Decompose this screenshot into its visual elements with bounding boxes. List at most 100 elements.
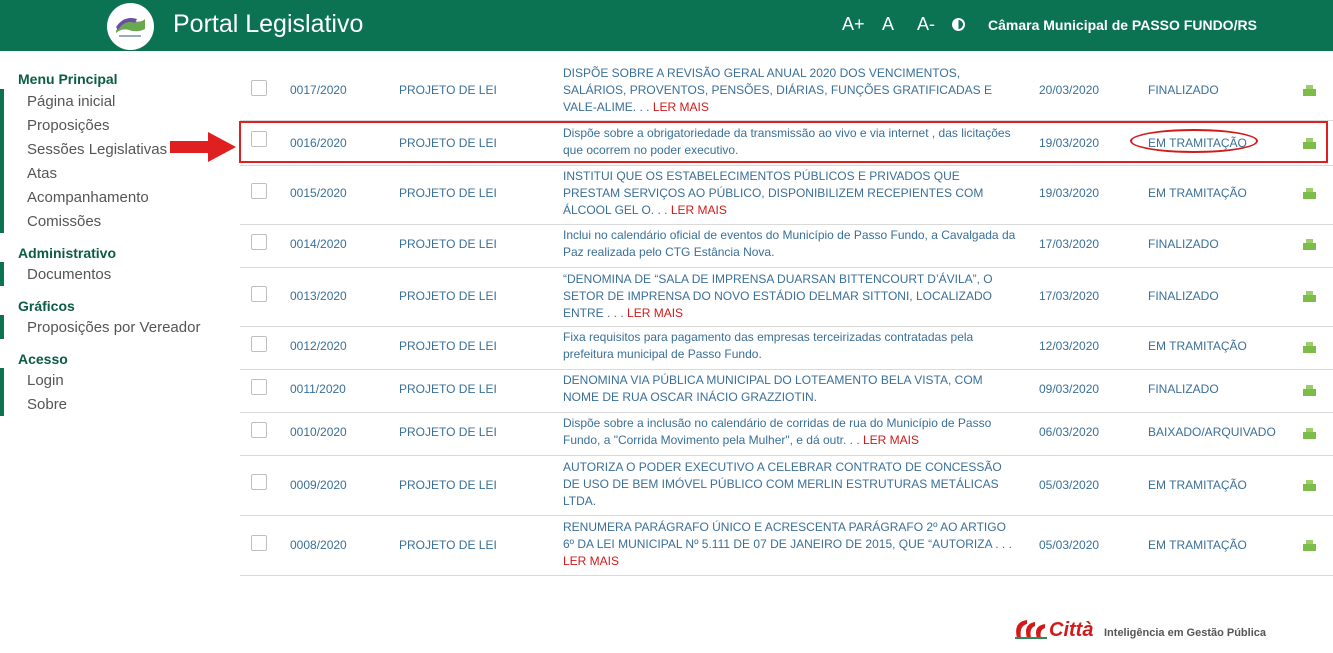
red-arrow-icon: [170, 132, 236, 162]
proposition-number[interactable]: 0012/2020: [290, 339, 347, 353]
print-icon[interactable]: [1303, 85, 1316, 96]
description-line: DENOMINA VIA PÚBLICA MUNICIPAL DO LOTEAM…: [563, 373, 983, 387]
proposition-type[interactable]: PROJETO DE LEI: [399, 538, 497, 552]
proposition-number[interactable]: 0008/2020: [290, 538, 347, 552]
ler-mais-link[interactable]: LER MAIS: [627, 306, 683, 320]
proposition-description[interactable]: DENOMINA VIA PÚBLICA MUNICIPAL DO LOTEAM…: [563, 372, 1018, 406]
sidebar-item-pagina-inicial[interactable]: Página inicial: [27, 93, 115, 110]
print-icon[interactable]: [1303, 291, 1316, 302]
proposition-type[interactable]: PROJETO DE LEI: [399, 237, 497, 251]
section-title-administrativo: Administrativo: [18, 245, 117, 261]
proposition-number[interactable]: 0017/2020: [290, 83, 347, 97]
description-line: PRESTAM SERVIÇOS AO PÚBLICO, DISPONIBILI…: [563, 186, 984, 200]
table-row[interactable]: 0015/2020 PROJETO DE LEI INSTITUI QUE OS…: [240, 166, 1333, 225]
ler-mais-link[interactable]: LER MAIS: [563, 553, 1018, 570]
row-checkbox[interactable]: [251, 183, 267, 199]
table-row[interactable]: 0008/2020 PROJETO DE LEI RENUMERA PARÁGR…: [240, 516, 1333, 576]
proposition-description[interactable]: Fixa requisitos para pagamento das empre…: [563, 329, 1018, 363]
portal-title[interactable]: Portal Legislativo: [173, 10, 363, 39]
print-icon[interactable]: [1303, 342, 1316, 353]
print-icon[interactable]: [1303, 385, 1316, 396]
camara-logo[interactable]: [107, 3, 154, 50]
row-checkbox[interactable]: [251, 535, 267, 551]
proposition-description[interactable]: RENUMERA PARÁGRAFO ÚNICO E ACRESCENTA PA…: [563, 519, 1018, 570]
table-row[interactable]: 0017/2020 PROJETO DE LEI DISPÕE SOBRE A …: [240, 59, 1333, 121]
print-icon[interactable]: [1303, 480, 1316, 491]
proposition-status[interactable]: FINALIZADO: [1148, 289, 1219, 303]
font-normal-button[interactable]: A: [882, 14, 894, 35]
proposition-date: 12/03/2020: [1039, 339, 1100, 353]
proposition-description[interactable]: “DENOMINA DE “SALA DE IMPRENSA DUARSAN B…: [563, 271, 1018, 322]
sidebar-item-acompanhamento[interactable]: Acompanhamento: [27, 189, 149, 206]
description-line: prefeitura municipal de Passo Fundo.: [563, 347, 762, 361]
proposition-status[interactable]: EM TRAMITAÇÃO: [1148, 339, 1247, 353]
table-row[interactable]: 0013/2020 PROJETO DE LEI “DENOMINA DE “S…: [240, 268, 1333, 327]
contrast-icon[interactable]: [952, 18, 965, 31]
row-checkbox[interactable]: [251, 474, 267, 490]
sidebar-item-atas[interactable]: Atas: [27, 165, 57, 182]
proposition-status[interactable]: FINALIZADO: [1148, 237, 1219, 251]
citta-brand[interactable]: Città: [1049, 619, 1093, 642]
font-increase-button[interactable]: A+: [842, 14, 865, 35]
print-icon[interactable]: [1303, 428, 1316, 439]
proposition-status[interactable]: FINALIZADO: [1148, 83, 1219, 97]
description-line: Inclui no calendário oficial de eventos …: [563, 228, 1016, 242]
proposition-description[interactable]: DISPÕE SOBRE A REVISÃO GERAL ANUAL 2020 …: [563, 65, 1018, 116]
row-checkbox[interactable]: [251, 379, 267, 395]
proposition-type[interactable]: PROJETO DE LEI: [399, 478, 497, 492]
sidebar-item-sessoes-legislativas[interactable]: Sessões Legislativas: [27, 141, 167, 158]
table-row[interactable]: 0010/2020 PROJETO DE LEI Dispõe sobre a …: [240, 413, 1333, 456]
row-checkbox[interactable]: [251, 234, 267, 250]
row-checkbox[interactable]: [251, 422, 267, 438]
citta-logo-icon[interactable]: [1013, 618, 1049, 640]
graficos-group: [0, 315, 4, 339]
proposition-date: 17/03/2020: [1039, 289, 1100, 303]
print-icon[interactable]: [1303, 239, 1316, 250]
ler-mais-link[interactable]: LER MAIS: [671, 203, 727, 217]
menu-principal-group: [0, 89, 4, 233]
proposition-number[interactable]: 0014/2020: [290, 237, 347, 251]
ler-mais-link[interactable]: LER MAIS: [653, 100, 709, 114]
proposition-status[interactable]: EM TRAMITAÇÃO: [1148, 186, 1247, 200]
sidebar-item-comissoes[interactable]: Comissões: [27, 213, 101, 230]
citta-tagline: Inteligência em Gestão Pública: [1104, 627, 1266, 639]
table-row[interactable]: 0009/2020 PROJETO DE LEI AUTORIZA O PODE…: [240, 456, 1333, 516]
sidebar-item-sobre[interactable]: Sobre: [27, 396, 67, 413]
proposition-description[interactable]: AUTORIZA O PODER EXECUTIVO A CELEBRAR CO…: [563, 459, 1018, 510]
description-line: 6º DA LEI MUNICIPAL Nº 5.111 DE 07 DE JA…: [563, 537, 1012, 551]
font-decrease-button[interactable]: A-: [917, 14, 935, 35]
print-icon[interactable]: [1303, 188, 1316, 199]
proposition-number[interactable]: 0013/2020: [290, 289, 347, 303]
sidebar-item-login[interactable]: Login: [27, 372, 64, 389]
proposition-number[interactable]: 0015/2020: [290, 186, 347, 200]
table-row[interactable]: 0011/2020 PROJETO DE LEI DENOMINA VIA PÚ…: [240, 370, 1333, 413]
table-row[interactable]: 0014/2020 PROJETO DE LEI Inclui no calen…: [240, 225, 1333, 268]
proposition-type[interactable]: PROJETO DE LEI: [399, 339, 497, 353]
description-line: RENUMERA PARÁGRAFO ÚNICO E ACRESCENTA PA…: [563, 520, 1006, 534]
row-checkbox[interactable]: [251, 336, 267, 352]
proposition-description[interactable]: Dispõe sobre a inclusão no calendário de…: [563, 415, 1018, 449]
proposition-description[interactable]: Inclui no calendário oficial de eventos …: [563, 227, 1018, 261]
row-checkbox[interactable]: [251, 80, 267, 96]
proposition-type[interactable]: PROJETO DE LEI: [399, 83, 497, 97]
proposition-type[interactable]: PROJETO DE LEI: [399, 425, 497, 439]
print-icon[interactable]: [1303, 540, 1316, 551]
proposition-date: 05/03/2020: [1039, 478, 1100, 492]
proposition-status[interactable]: FINALIZADO: [1148, 382, 1219, 396]
proposition-type[interactable]: PROJETO DE LEI: [399, 289, 497, 303]
sidebar-item-proposicoes[interactable]: Proposições: [27, 117, 110, 134]
proposition-number[interactable]: 0010/2020: [290, 425, 347, 439]
sidebar-item-proposicoes-por-vereador[interactable]: Proposições por Vereador: [27, 319, 200, 336]
proposition-description[interactable]: INSTITUI QUE OS ESTABELECIMENTOS PÚBLICO…: [563, 168, 1018, 219]
proposition-type[interactable]: PROJETO DE LEI: [399, 186, 497, 200]
row-checkbox[interactable]: [251, 286, 267, 302]
proposition-status[interactable]: EM TRAMITAÇÃO: [1148, 538, 1247, 552]
ler-mais-link[interactable]: LER MAIS: [863, 433, 919, 447]
proposition-number[interactable]: 0009/2020: [290, 478, 347, 492]
table-row[interactable]: 0012/2020 PROJETO DE LEI Fixa requisitos…: [240, 327, 1333, 370]
proposition-status[interactable]: BAIXADO/ARQUIVADO: [1148, 425, 1276, 439]
proposition-status[interactable]: EM TRAMITAÇÃO: [1148, 478, 1247, 492]
proposition-type[interactable]: PROJETO DE LEI: [399, 382, 497, 396]
proposition-number[interactable]: 0011/2020: [290, 382, 346, 396]
sidebar-item-documentos[interactable]: Documentos: [27, 266, 111, 283]
